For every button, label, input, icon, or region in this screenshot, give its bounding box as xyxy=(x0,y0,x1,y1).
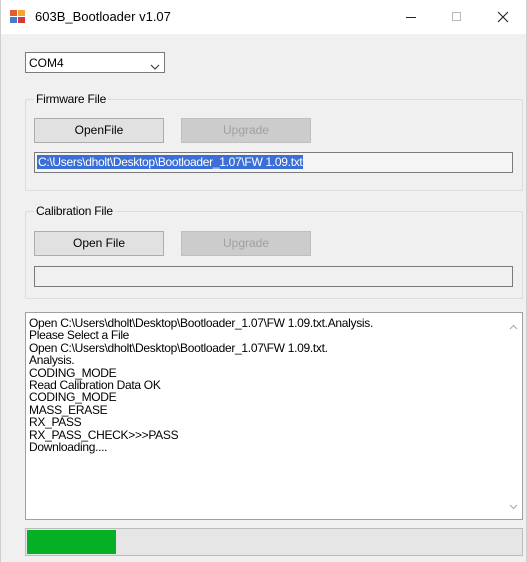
log-lines: Open C:\Users\dholt\Desktop\Bootloader_1… xyxy=(29,317,499,455)
log-line: CODING_MODE xyxy=(29,390,117,405)
log-line: RX_PASS xyxy=(29,415,82,430)
com-port-value: COM4 xyxy=(29,56,64,70)
calibration-open-button[interactable]: Open File xyxy=(34,231,164,256)
window-title: 603B_Bootloader v1.07 xyxy=(35,9,171,24)
log-line: Downloading.... xyxy=(29,440,108,455)
log-line: Analysis. xyxy=(29,353,75,368)
calibration-group: Calibration File Open File Upgrade xyxy=(25,204,523,299)
title-bar[interactable]: 603B_Bootloader v1.07 xyxy=(1,0,526,34)
log-textbox[interactable]: Open C:\Users\dholt\Desktop\Bootloader_1… xyxy=(25,312,523,520)
calibration-path-field[interactable] xyxy=(34,266,513,287)
firmware-path-field[interactable]: C:\Users\dholt\Desktop\Bootloader_1.07\F… xyxy=(34,152,513,173)
scroll-up-icon[interactable] xyxy=(509,319,518,333)
firmware-group: Firmware File OpenFile Upgrade C:\Users\… xyxy=(25,92,523,191)
firmware-group-legend: Firmware File xyxy=(34,92,109,106)
chevron-down-icon xyxy=(150,59,160,73)
calibration-group-legend: Calibration File xyxy=(34,204,115,218)
minimize-icon[interactable] xyxy=(388,0,434,34)
scroll-down-icon[interactable] xyxy=(509,499,518,513)
firmware-upgrade-button[interactable]: Upgrade xyxy=(181,118,311,143)
firmware-open-button[interactable]: OpenFile xyxy=(34,118,164,143)
log-scrollbar[interactable] xyxy=(505,313,522,519)
log-line: Please Select a File xyxy=(29,328,130,343)
calibration-upgrade-button[interactable]: Upgrade xyxy=(181,231,311,256)
maximize-icon[interactable] xyxy=(434,0,480,34)
app-icon xyxy=(10,9,26,25)
firmware-path-text: C:\Users\dholt\Desktop\Bootloader_1.07\F… xyxy=(37,155,304,169)
close-icon[interactable] xyxy=(480,0,526,34)
progress-fill xyxy=(27,530,116,554)
com-port-select[interactable]: COM4 xyxy=(25,52,165,73)
app-window: 603B_Bootloader v1.07 COM4 Firmware File… xyxy=(0,0,527,562)
download-progress-bar xyxy=(25,528,523,556)
log-line: Open C:\Users\dholt\Desktop\Bootloader_1… xyxy=(29,340,328,355)
log-line: MASS_ERASE xyxy=(29,402,108,417)
